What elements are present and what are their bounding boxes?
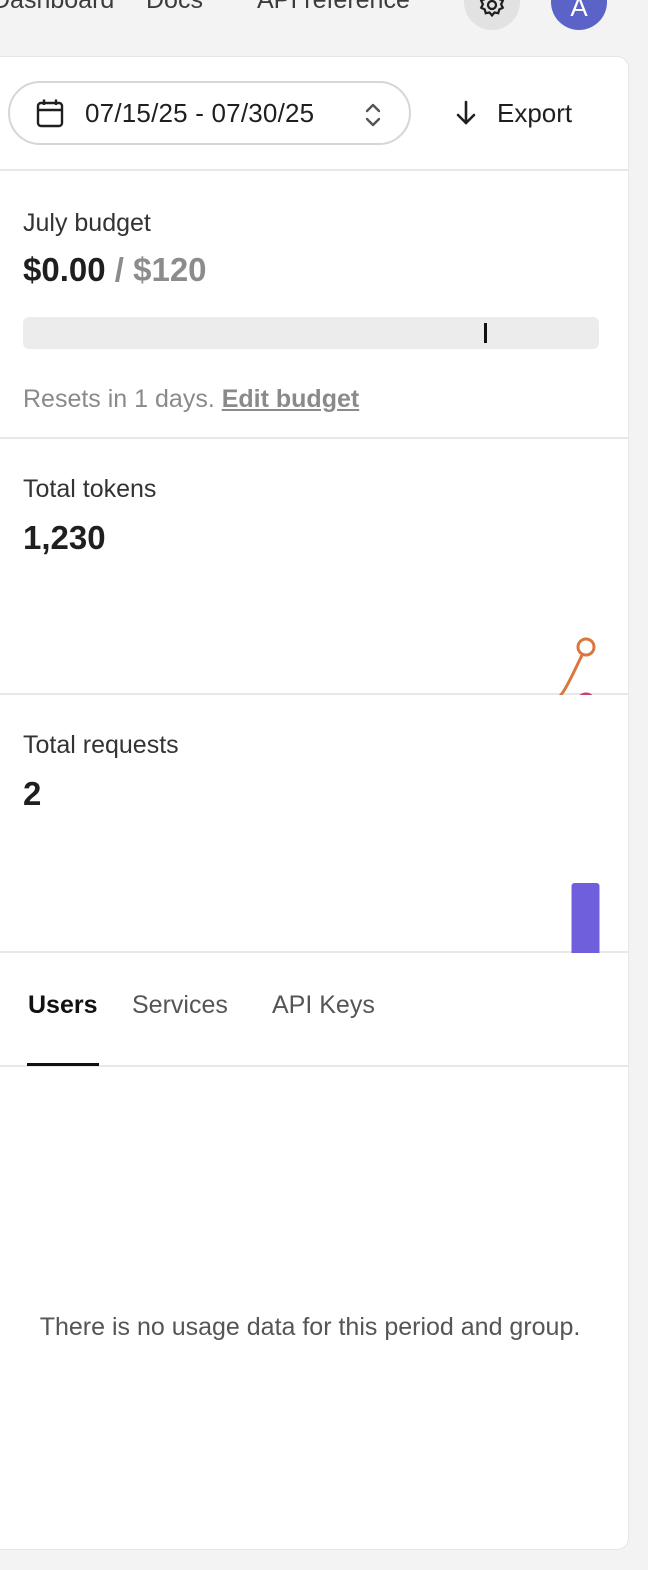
budget-section: July budget $0.00 / $120 Resets in 1 day… [0,171,628,439]
tab-services[interactable]: Services [132,991,228,1020]
tokens-chart [558,637,596,695]
requests-chart [571,883,600,953]
date-range-value: 07/15/25 - 07/30/25 [85,97,315,128]
group-tabs: Users Services API Keys [0,953,628,1067]
export-label: Export [497,97,573,128]
budget-separator: / [105,251,134,288]
budget-reset-text: Resets in 1 days. [23,385,222,413]
budget-label: July budget [23,209,151,237]
empty-state-message: There is no usage data for this period a… [39,1313,581,1341]
arrow-down-icon [455,100,477,126]
requests-section: Total requests 2 [0,695,628,953]
export-button[interactable]: Export [455,93,572,133]
requests-bar [571,883,600,953]
budget-progress-bar [23,317,599,349]
nav-api-reference-link[interactable]: API reference [257,0,410,18]
tab-api-keys[interactable]: API Keys [272,991,375,1020]
usage-toolbar: 07/15/25 - 07/30/25 Export [0,57,628,171]
date-range-picker[interactable]: 07/15/25 - 07/30/25 [8,81,411,145]
tokens-section: Total tokens 1,230 [0,439,628,695]
chevron-up-down-icon [363,101,383,129]
nav-dashboard-link[interactable]: Dashboard [0,0,114,18]
budget-pace-marker [483,323,487,343]
gear-icon [479,0,505,18]
budget-amounts: $0.00 / $120 [23,251,207,289]
nav-docs-link[interactable]: Docs [146,0,203,18]
settings-button[interactable] [464,0,520,30]
budget-spent: $0.00 [23,251,106,288]
top-nav: Dashboard Docs API reference A [0,0,648,56]
edit-budget-link[interactable]: Edit budget [222,385,359,413]
budget-reset-line: Resets in 1 days. Edit budget [23,385,359,414]
tokens-series-output-end-point [576,637,596,657]
avatar[interactable]: A [551,0,607,30]
usage-card: 07/15/25 - 07/30/25 Export July budget $… [0,56,629,1550]
active-tab-indicator [27,1063,99,1066]
tokens-series-output-line [558,645,588,695]
tab-users[interactable]: Users [28,991,98,1020]
calendar-icon [36,98,64,128]
budget-limit: $120 [133,251,207,288]
